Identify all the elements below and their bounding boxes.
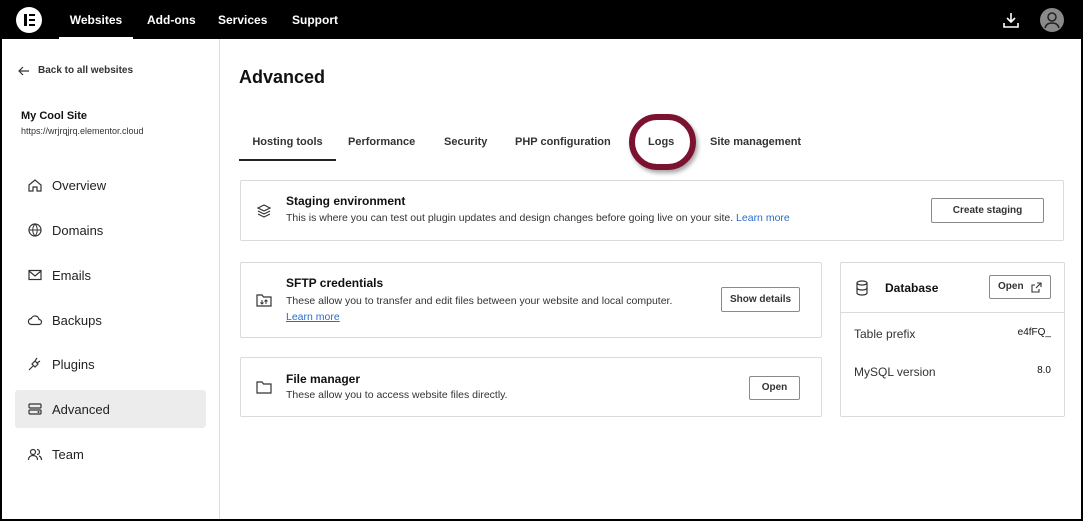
- site-url: https://wrjrqjrq.elementor.cloud: [21, 126, 144, 136]
- database-divider: [841, 312, 1064, 313]
- file-manager-card: File manager These allow you to access w…: [240, 357, 822, 417]
- sidebar-item-team[interactable]: Team: [15, 435, 206, 473]
- sidebar-item-label: Emails: [52, 267, 92, 283]
- cloud-icon: [26, 311, 44, 329]
- tab-security[interactable]: Security: [444, 123, 487, 161]
- back-to-websites-link[interactable]: Back to all websites: [18, 65, 133, 76]
- tab-site-management[interactable]: Site management: [710, 123, 801, 161]
- site-name: My Cool Site: [21, 110, 88, 122]
- page-title: Advanced: [239, 67, 326, 87]
- tab-php-configuration[interactable]: PHP configuration: [515, 123, 611, 161]
- mysql-version-value: 8.0: [1037, 365, 1051, 376]
- topnav-services[interactable]: Services: [218, 2, 267, 39]
- sidebar-item-label: Team: [52, 446, 84, 462]
- sidebar-item-overview[interactable]: Overview: [15, 166, 206, 204]
- staging-card: Staging environment This is where you ca…: [240, 180, 1064, 241]
- table-prefix-label: Table prefix: [854, 327, 916, 341]
- sidebar-item-label: Advanced: [52, 401, 110, 417]
- database-card: Database Open Table prefix e4fFQ_ MySQL …: [840, 262, 1065, 417]
- database-open-button[interactable]: Open: [989, 275, 1051, 299]
- download-icon[interactable]: [1001, 10, 1021, 30]
- globe-icon: [26, 221, 44, 239]
- server-icon: [26, 400, 44, 418]
- sidebar: Back to all websites My Cool Site https:…: [2, 39, 220, 519]
- external-link-icon: [1031, 282, 1042, 293]
- home-icon: [26, 176, 44, 194]
- sidebar-item-plugins[interactable]: Plugins: [15, 345, 206, 383]
- table-prefix-value: e4fFQ_: [1017, 327, 1051, 338]
- tab-performance[interactable]: Performance: [348, 123, 415, 161]
- database-icon: [856, 280, 868, 296]
- database-title: Database: [885, 281, 939, 295]
- sidebar-item-label: Overview: [52, 177, 107, 193]
- mysql-version-label: MySQL version: [854, 365, 936, 379]
- file-manager-open-button[interactable]: Open: [749, 376, 800, 400]
- layers-icon: [256, 204, 272, 218]
- sidebar-item-domains[interactable]: Domains: [15, 211, 206, 249]
- sftp-desc-text: These allow you to transfer and edit fil…: [286, 295, 673, 307]
- sftp-learn-more-link[interactable]: Learn more: [286, 311, 340, 323]
- sftp-title: SFTP credentials: [286, 276, 384, 290]
- topnav-websites[interactable]: Websites: [59, 2, 133, 39]
- sidebar-item-backups[interactable]: Backups: [15, 301, 206, 339]
- tab-hosting-tools[interactable]: Hosting tools: [239, 123, 336, 161]
- logs-tab-highlight-annotation: [629, 114, 696, 170]
- sidebar-item-label: Domains: [52, 222, 104, 238]
- sidebar-item-advanced[interactable]: Advanced: [15, 390, 206, 428]
- sidebar-item-emails[interactable]: Emails: [15, 256, 206, 294]
- file-manager-description: These allow you to access website files …: [286, 389, 508, 401]
- sidebar-item-label: Backups: [52, 312, 102, 328]
- topnav-addons[interactable]: Add-ons: [147, 2, 196, 39]
- staging-desc-text: This is where you can test out plugin up…: [286, 212, 734, 224]
- database-open-label: Open: [998, 281, 1024, 292]
- app-window: Websites Add-ons Services Support Back t…: [2, 2, 1081, 519]
- top-navigation-bar: Websites Add-ons Services Support: [2, 2, 1081, 39]
- folder-transfer-icon: [256, 294, 272, 307]
- elementor-logo-icon[interactable]: [16, 7, 42, 33]
- sftp-card: SFTP credentials These allow you to tran…: [240, 262, 822, 338]
- topnav-support[interactable]: Support: [292, 2, 338, 39]
- create-staging-button[interactable]: Create staging: [931, 198, 1044, 223]
- mail-icon: [26, 266, 44, 284]
- main-content: Advanced Hosting tools Performance Secur…: [221, 39, 1081, 519]
- folder-icon: [256, 381, 272, 394]
- staging-title: Staging environment: [286, 194, 406, 208]
- staging-learn-more-link[interactable]: Learn more: [736, 212, 790, 224]
- sftp-description: These allow you to transfer and edit fil…: [286, 293, 716, 325]
- file-manager-title: File manager: [286, 372, 361, 386]
- back-label: Back to all websites: [38, 65, 134, 76]
- staging-description: This is where you can test out plugin up…: [286, 212, 790, 224]
- show-details-button[interactable]: Show details: [721, 287, 800, 312]
- team-icon: [26, 445, 44, 463]
- plug-icon: [26, 355, 44, 373]
- arrow-left-icon: [18, 66, 29, 75]
- sidebar-item-label: Plugins: [52, 356, 95, 372]
- user-avatar-icon[interactable]: [1040, 8, 1064, 32]
